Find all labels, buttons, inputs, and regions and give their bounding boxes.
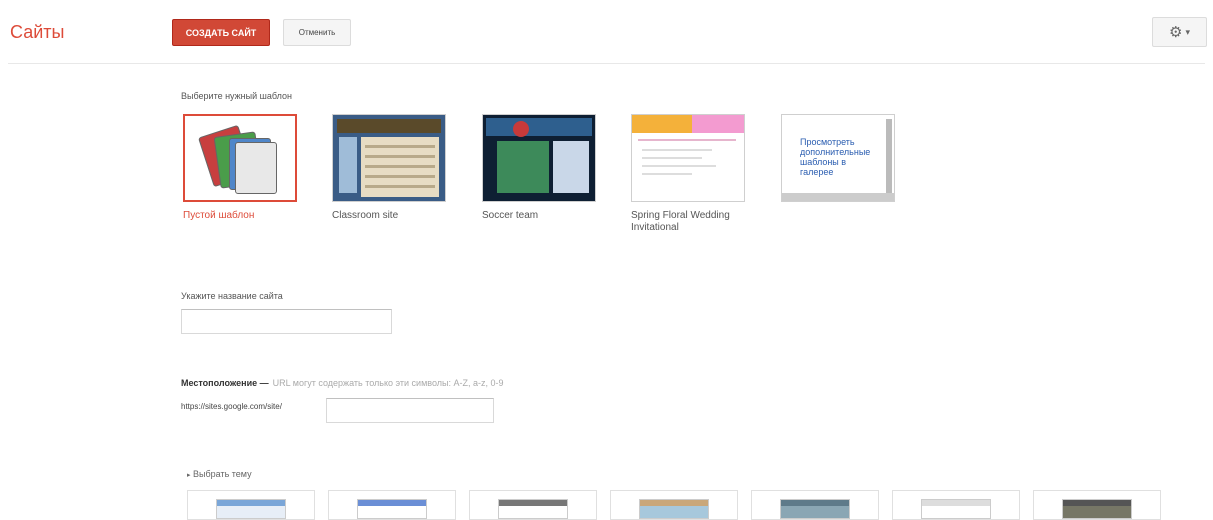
theme-thumbnail[interactable] <box>328 490 456 520</box>
create-site-button[interactable]: СОЗДАТЬ САЙТ <box>172 19 270 46</box>
header-divider <box>8 63 1205 64</box>
more-templates-thumbnail: Просмотреть дополнительные шаблоны в гал… <box>781 114 895 202</box>
theme-thumbnail[interactable] <box>610 490 738 520</box>
more-templates-link[interactable]: Просмотреть дополнительные шаблоны в гал… <box>781 114 897 202</box>
top-bar: Сайты СОЗДАТЬ САЙТ Отменить ⚙ ▾ <box>0 0 1213 64</box>
location-hint: URL могут содержать только эти символы: … <box>272 378 504 388</box>
theme-thumbnail[interactable] <box>187 490 315 520</box>
template-section-label: Выберите нужный шаблон <box>181 91 292 101</box>
template-classroom-thumbnail <box>332 114 446 202</box>
theme-toggle[interactable]: ▸ Выбрать тему <box>187 469 252 479</box>
blank-template-icon <box>197 124 277 194</box>
template-caption: Classroom site <box>332 210 399 221</box>
template-soccer-team[interactable]: Soccer team <box>482 114 598 222</box>
template-caption: Пустой шаблон <box>183 210 255 221</box>
template-blank-thumbnail <box>183 114 297 202</box>
site-name-input[interactable] <box>181 309 392 334</box>
url-prefix: https://sites.google.com/site/ <box>181 402 282 411</box>
cancel-button[interactable]: Отменить <box>283 19 351 46</box>
app-title[interactable]: Сайты <box>10 22 64 43</box>
theme-toggle-label: Выбрать тему <box>193 469 252 479</box>
theme-thumbnail[interactable] <box>751 490 879 520</box>
settings-button[interactable]: ⚙ ▾ <box>1152 17 1207 47</box>
template-classroom-site[interactable]: Classroom site <box>332 114 448 222</box>
chevron-down-icon: ▾ <box>1185 26 1190 37</box>
template-floral-thumbnail <box>631 114 745 202</box>
template-blank[interactable]: Пустой шаблон <box>183 114 299 222</box>
site-url-input[interactable] <box>326 398 494 423</box>
template-spring-floral-wedding[interactable]: Spring Floral Wedding Invitational <box>631 114 747 234</box>
triangle-right-icon: ▸ <box>187 472 191 479</box>
theme-thumbnail[interactable] <box>469 490 597 520</box>
theme-thumbnail[interactable] <box>1033 490 1161 520</box>
more-templates-text: Просмотреть дополнительные шаблоны в гал… <box>800 137 871 177</box>
location-label: Местоположение — URL могут содержать толь… <box>181 378 503 388</box>
theme-thumbnail[interactable] <box>892 490 1020 520</box>
template-soccer-thumbnail <box>482 114 596 202</box>
template-caption: Spring Floral Wedding Invitational <box>631 210 730 233</box>
template-caption: Soccer team <box>482 210 539 221</box>
site-name-label: Укажите название сайта <box>181 291 283 301</box>
location-label-text: Местоположение — <box>181 378 269 388</box>
gear-icon: ⚙ <box>1169 24 1183 41</box>
